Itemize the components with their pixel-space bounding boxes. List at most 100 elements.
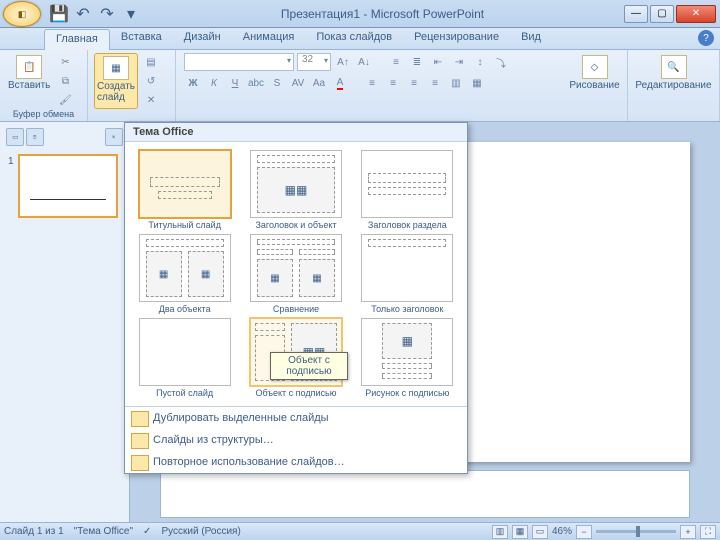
slides-small: ▤ ↺ ✕ bbox=[142, 53, 169, 109]
align-center-icon[interactable]: ≡ bbox=[384, 74, 402, 92]
layout-blank[interactable]: Пустой слайд bbox=[133, 318, 236, 398]
save-icon[interactable]: 💾 bbox=[49, 4, 69, 24]
gallery-header: Тема Office bbox=[125, 123, 467, 142]
align-left-icon[interactable]: ≡ bbox=[363, 74, 381, 92]
slides-tab-icon[interactable]: ▭ bbox=[6, 128, 24, 146]
qat-more-icon[interactable]: ▾ bbox=[121, 4, 141, 24]
convert-smartart-icon[interactable]: ▦ bbox=[468, 74, 486, 92]
layout-preview bbox=[361, 234, 453, 302]
zoom-out-icon[interactable]: − bbox=[576, 525, 592, 539]
status-language[interactable]: Русский (Россия) bbox=[161, 526, 240, 537]
editing-button[interactable]: 🔍 Редактирование bbox=[633, 53, 713, 93]
layout-preview bbox=[139, 318, 231, 386]
new-slide-icon: ▦ bbox=[103, 56, 129, 80]
notes-pane[interactable] bbox=[160, 470, 690, 518]
tab-animation[interactable]: Анимация bbox=[232, 28, 306, 49]
layout-preview: ▦▦ bbox=[250, 150, 342, 218]
slides-from-outline[interactable]: Слайды из структуры… bbox=[125, 429, 467, 451]
layout-title-only[interactable]: Только заголовок bbox=[356, 234, 459, 314]
font-size-select[interactable]: 32 bbox=[297, 53, 331, 71]
bold-icon[interactable]: Ж bbox=[184, 74, 202, 92]
tab-design[interactable]: Дизайн bbox=[173, 28, 232, 49]
help-icon[interactable]: ? bbox=[698, 30, 714, 46]
strike-icon[interactable]: abc bbox=[247, 74, 265, 92]
delete-icon[interactable]: ✕ bbox=[142, 91, 160, 109]
layout-gallery: Тема Office Титульный слайд ▦▦ Заголовок… bbox=[124, 122, 468, 474]
paste-icon: 📋 bbox=[16, 55, 42, 79]
slide-panel: ▭ ≡ × bbox=[0, 122, 130, 522]
fit-window-icon[interactable]: ⛶ bbox=[700, 525, 716, 539]
indent-dec-icon[interactable]: ⇤ bbox=[429, 53, 447, 71]
italic-icon[interactable]: К bbox=[205, 74, 223, 92]
group-font: 32 A↑ A↓ ≡ ≣ ⇤ ⇥ ↕ ⤵ Ж К Ч abc S AV Aa A… bbox=[176, 50, 562, 121]
zoom-in-icon[interactable]: + bbox=[680, 525, 696, 539]
tab-slideshow[interactable]: Показ слайдов bbox=[305, 28, 403, 49]
status-bar: Слайд 1 из 1 "Тема Office" ✓ Русский (Ро… bbox=[0, 522, 720, 540]
ribbon-tabs: Главная Вставка Дизайн Анимация Показ сл… bbox=[0, 28, 720, 50]
group-editing: 🔍 Редактирование bbox=[628, 50, 720, 121]
indent-inc-icon[interactable]: ⇥ bbox=[450, 53, 468, 71]
duplicate-slides[interactable]: Дублировать выделенные слайды bbox=[125, 407, 467, 429]
format-painter-icon[interactable]: 🖌 bbox=[56, 91, 74, 109]
clipboard-label: Буфер обмена bbox=[13, 109, 74, 119]
reset-icon[interactable]: ↺ bbox=[142, 72, 160, 90]
layout-icon[interactable]: ▤ bbox=[142, 53, 160, 71]
shrink-font-icon[interactable]: A↓ bbox=[355, 53, 373, 71]
new-slide-button[interactable]: ▦ Создать слайд bbox=[94, 53, 138, 109]
window-controls: — ▢ ✕ bbox=[624, 5, 716, 23]
text-direction-icon[interactable]: ⤵ bbox=[492, 53, 510, 71]
slide-thumbnail-1[interactable] bbox=[18, 154, 118, 218]
layout-content-caption[interactable]: ▦▦ Объект с подписью Объект с подписью bbox=[244, 318, 347, 398]
underline-icon[interactable]: Ч bbox=[226, 74, 244, 92]
maximize-button[interactable]: ▢ bbox=[650, 5, 674, 23]
layout-preview: ▦ bbox=[361, 318, 453, 386]
layout-section-header[interactable]: Заголовок раздела bbox=[356, 150, 459, 230]
outline-tab-icon[interactable]: ≡ bbox=[26, 128, 44, 146]
close-button[interactable]: ✕ bbox=[676, 5, 716, 23]
paste-button[interactable]: 📋 Вставить bbox=[6, 53, 52, 109]
tab-view[interactable]: Вид bbox=[510, 28, 552, 49]
tab-home[interactable]: Главная bbox=[44, 29, 110, 50]
spellcheck-icon[interactable]: ✓ bbox=[143, 526, 151, 537]
office-button[interactable]: ◧ bbox=[3, 1, 41, 27]
layout-title-slide[interactable]: Титульный слайд bbox=[133, 150, 236, 230]
copy-icon[interactable]: ⧉ bbox=[56, 72, 74, 90]
tab-insert[interactable]: Вставка bbox=[110, 28, 173, 49]
bullets-icon[interactable]: ≡ bbox=[387, 53, 405, 71]
minimize-button[interactable]: — bbox=[624, 5, 648, 23]
case-icon[interactable]: Aa bbox=[310, 74, 328, 92]
work-area: ▭ ≡ × РНЛ» т… Тема Office Титульный слай… bbox=[0, 122, 720, 522]
justify-icon[interactable]: ≡ bbox=[426, 74, 444, 92]
redo-icon[interactable]: ↷ bbox=[97, 4, 117, 24]
layout-preview: ▦ ▦ bbox=[139, 234, 231, 302]
view-normal-icon[interactable]: ▥ bbox=[492, 525, 508, 539]
view-sorter-icon[interactable]: ▦ bbox=[512, 525, 528, 539]
layout-title-content[interactable]: ▦▦ Заголовок и объект bbox=[244, 150, 347, 230]
cut-icon[interactable]: ✂ bbox=[56, 53, 74, 71]
zoom-slider[interactable] bbox=[596, 530, 676, 533]
layout-picture-caption[interactable]: ▦ Рисунок с подписью bbox=[356, 318, 459, 398]
undo-icon[interactable]: ↶ bbox=[73, 4, 93, 24]
reuse-slides[interactable]: Повторное использование слайдов… bbox=[125, 451, 467, 473]
view-slideshow-icon[interactable]: ▭ bbox=[532, 525, 548, 539]
font-family-select[interactable] bbox=[184, 53, 294, 71]
close-panel-icon[interactable]: × bbox=[105, 128, 123, 146]
gallery-footer: Дублировать выделенные слайды Слайды из … bbox=[125, 406, 467, 473]
drawing-button[interactable]: ◇ Рисование bbox=[567, 53, 621, 93]
char-spacing-icon[interactable]: AV bbox=[289, 74, 307, 92]
shadow-icon[interactable]: S bbox=[268, 74, 286, 92]
line-spacing-icon[interactable]: ↕ bbox=[471, 53, 489, 71]
layout-preview: ▦ ▦ bbox=[250, 234, 342, 302]
numbering-icon[interactable]: ≣ bbox=[408, 53, 426, 71]
font-color-icon[interactable]: A bbox=[331, 74, 349, 92]
tab-review[interactable]: Рецензирование bbox=[403, 28, 510, 49]
align-right-icon[interactable]: ≡ bbox=[405, 74, 423, 92]
layout-comparison[interactable]: ▦ ▦ Сравнение bbox=[244, 234, 347, 314]
layout-tooltip: Объект с подписью bbox=[270, 352, 347, 380]
grow-font-icon[interactable]: A↑ bbox=[334, 53, 352, 71]
shapes-icon: ◇ bbox=[582, 55, 608, 79]
ribbon: 📋 Вставить ✂ ⧉ 🖌 Буфер обмена ▦ Создать … bbox=[0, 50, 720, 122]
columns-icon[interactable]: ▥ bbox=[447, 74, 465, 92]
layout-two-content[interactable]: ▦ ▦ Два объекта bbox=[133, 234, 236, 314]
group-clipboard: 📋 Вставить ✂ ⧉ 🖌 Буфер обмена bbox=[0, 50, 88, 121]
